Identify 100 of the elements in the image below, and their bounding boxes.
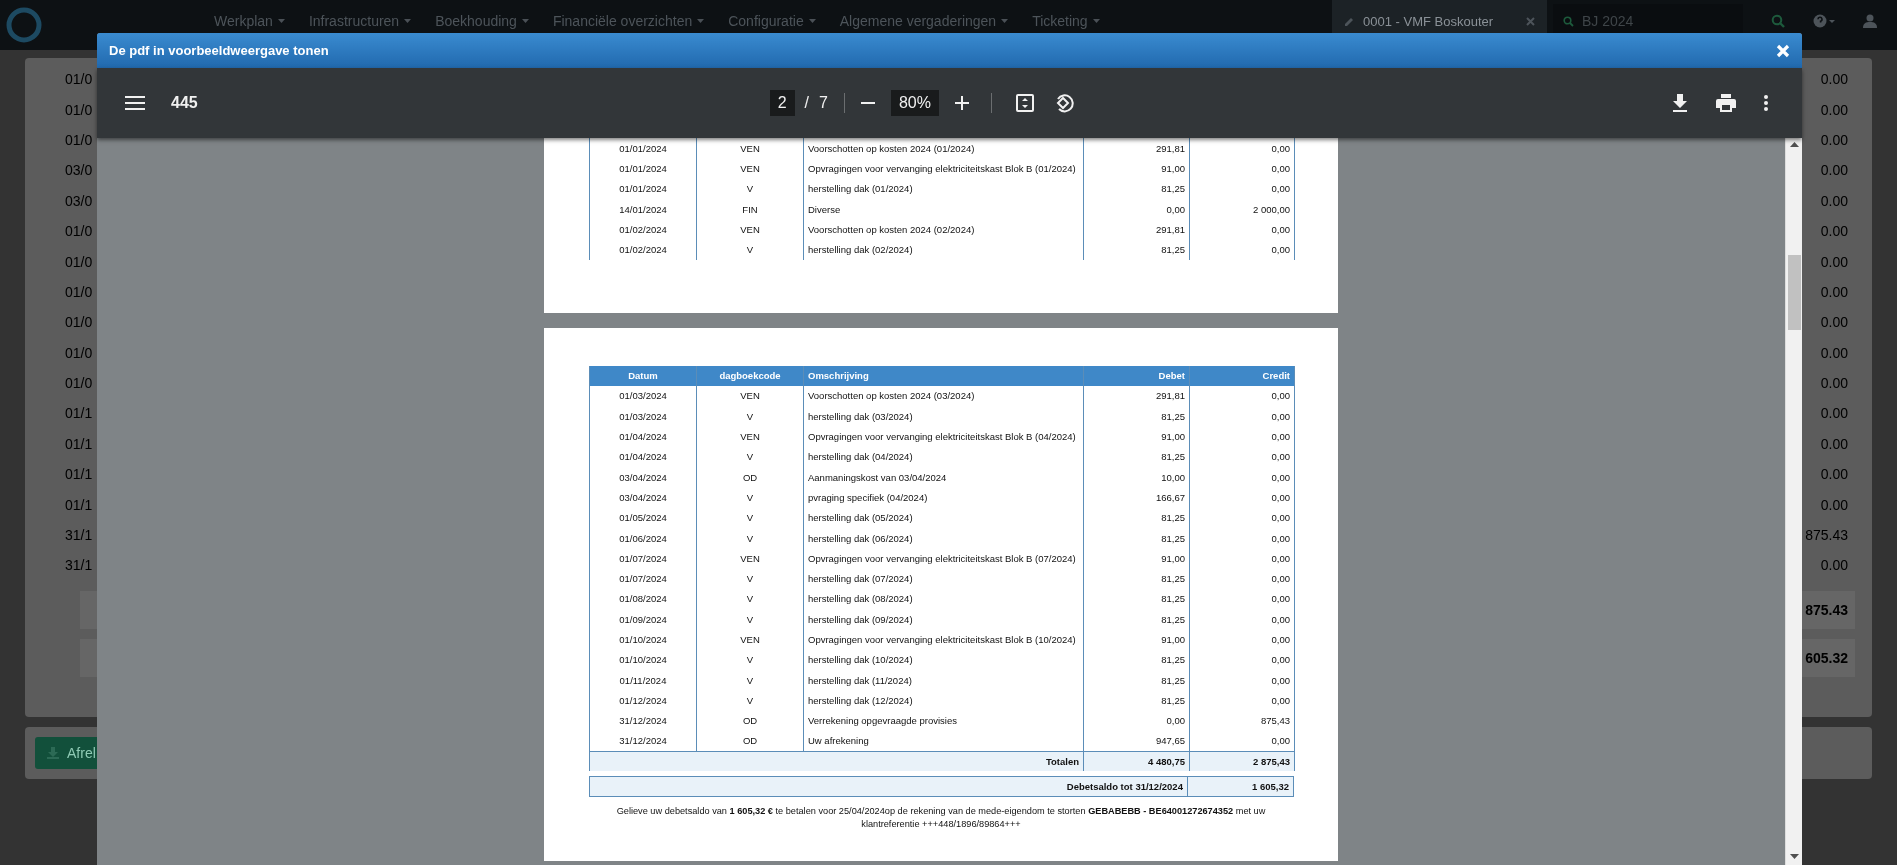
table-cell: 0,00 <box>1189 239 1295 260</box>
table-cell: 01/08/2024 <box>589 588 697 610</box>
date-text: 01/1 <box>65 405 93 422</box>
table-cell: 2 000,00 <box>1189 198 1295 220</box>
nav-menu-item[interactable]: Algemene vergaderingen <box>839 13 1009 29</box>
amount-text: 0.00 <box>1820 405 1848 422</box>
nav-menu-item[interactable]: Infrastructuren <box>308 13 412 29</box>
menu-icon[interactable] <box>125 96 145 110</box>
amount-text: 0.00 <box>1820 344 1848 361</box>
amount-text: 605.32 <box>1805 649 1848 666</box>
page-number-field[interactable]: 2 <box>769 90 795 116</box>
nav-menu-item[interactable]: Boekhouding <box>435 13 529 29</box>
table-cell: 01/04/2024 <box>589 426 697 447</box>
table-cell: 81,25 <box>1083 406 1190 427</box>
amount-text: 0.00 <box>1820 466 1848 483</box>
table-cell: 0,00 <box>1189 629 1295 650</box>
table-cell: VEN <box>696 219 804 240</box>
table-cell: Diverse <box>803 198 1084 220</box>
table-cell: 01/03/2024 <box>589 406 697 427</box>
date-text: 01/0 <box>65 283 93 300</box>
amount-text: 0.00 <box>1820 496 1848 513</box>
caret-icon <box>697 19 705 23</box>
caret-icon <box>808 19 816 23</box>
table-cell: Opvragingen voor vervanging elektriciteitskast Blok B (10/2024) <box>803 629 1084 650</box>
table-cell: V <box>696 487 804 508</box>
nav-menu-item[interactable]: Financiële overzichten <box>552 13 705 29</box>
table-cell: 0,00 <box>1189 690 1295 711</box>
table-cell: V <box>696 588 804 610</box>
table-cell: 0,00 <box>1189 158 1295 179</box>
caret-icon <box>1001 19 1009 23</box>
zoom-in-icon[interactable] <box>955 96 969 110</box>
table-cell: 81,25 <box>1083 239 1190 260</box>
scrollbar[interactable] <box>1785 138 1802 865</box>
table-cell: 81,25 <box>1083 609 1190 630</box>
amount-text: 0.00 <box>1820 192 1848 209</box>
date-text: 31/1 <box>65 557 93 574</box>
date-text: 01/0 <box>65 344 93 361</box>
table-cell: V <box>696 507 804 528</box>
date-text: 01/1 <box>65 435 93 452</box>
download-icon[interactable] <box>1672 94 1688 112</box>
fit-page-icon[interactable] <box>1016 94 1034 112</box>
amount-text: 0.00 <box>1820 375 1848 392</box>
table-cell: herstelling dak (04/2024) <box>803 446 1084 467</box>
amount-text: 0.00 <box>1820 71 1848 88</box>
table-cell: 01/10/2024 <box>589 629 697 650</box>
table-cell: 01/07/2024 <box>589 548 697 569</box>
table-cell: 01/03/2024 <box>589 385 697 407</box>
table-cell: 81,25 <box>1083 588 1190 610</box>
table-cell: 0,00 <box>1189 138 1295 159</box>
table-cell: herstelling dak (09/2024) <box>803 609 1084 630</box>
document-title: 445 <box>171 94 198 112</box>
nav-menu-item[interactable]: Werkplan <box>214 13 285 29</box>
table-cell: 0,00 <box>1189 219 1295 240</box>
table-cell: Opvragingen voor vervanging elektriciteitskast Blok B (07/2024) <box>803 548 1084 569</box>
page-count: 7 <box>819 94 828 112</box>
column-header: Omschrijving <box>803 365 1084 386</box>
table-cell: herstelling dak (12/2024) <box>803 690 1084 711</box>
table-cell: Voorschotten op kosten 2024 (01/2024) <box>803 138 1084 159</box>
table-cell: 01/01/2024 <box>589 158 697 179</box>
date-text: 01/0 <box>65 375 93 392</box>
totals-cell: 4 480,75 <box>1083 751 1190 772</box>
date-text: 01/0 <box>65 71 93 88</box>
caret-icon <box>1092 19 1100 23</box>
table-cell: V <box>696 527 804 549</box>
scrollbar-thumb[interactable] <box>1787 255 1801 330</box>
user-icon[interactable] <box>1863 14 1877 28</box>
table-cell: herstelling dak (11/2024) <box>803 669 1084 691</box>
rotate-icon[interactable] <box>1054 93 1074 113</box>
table-cell: 0,00 <box>1189 385 1295 407</box>
table-cell: 01/05/2024 <box>589 507 697 528</box>
table-cell: 81,25 <box>1083 669 1190 691</box>
nav-menu-item[interactable]: Ticketing <box>1032 13 1100 29</box>
table-cell: 81,25 <box>1083 649 1190 670</box>
table-cell: V <box>696 649 804 670</box>
table-cell: Opvragingen voor vervanging elektriciteitskast Blok B (01/2024) <box>803 158 1084 179</box>
scroll-down-icon[interactable] <box>1789 854 1799 859</box>
table-cell: VEN <box>696 629 804 650</box>
more-options-icon[interactable] <box>1764 95 1768 111</box>
scroll-up-icon[interactable] <box>1789 142 1799 147</box>
table-cell: 0,00 <box>1189 507 1295 528</box>
amount-text: 0.00 <box>1820 223 1848 240</box>
table-cell: V <box>696 178 804 199</box>
caret-icon <box>521 19 529 23</box>
table-cell: V <box>696 669 804 691</box>
table-cell: herstelling dak (07/2024) <box>803 568 1084 589</box>
amount-text: 0.00 <box>1820 101 1848 118</box>
table-cell: Opvragingen voor vervanging elektriciteitskast Blok B (04/2024) <box>803 426 1084 447</box>
nav-menu-item[interactable]: Configuratie <box>728 13 816 29</box>
table-cell: herstelling dak (05/2024) <box>803 507 1084 528</box>
table-cell: 03/04/2024 <box>589 466 697 488</box>
table-cell: 91,00 <box>1083 158 1190 179</box>
date-text: 03/0 <box>65 192 93 209</box>
table-cell: 01/02/2024 <box>589 219 697 240</box>
table-cell: 03/04/2024 <box>589 487 697 508</box>
table-cell: Voorschotten op kosten 2024 (03/2024) <box>803 385 1084 407</box>
print-icon[interactable] <box>1716 94 1736 112</box>
table-cell: V <box>696 446 804 467</box>
help-icon[interactable] <box>1813 14 1835 28</box>
table-cell: 0,00 <box>1189 649 1295 670</box>
zoom-level-field[interactable]: 80% <box>890 90 939 116</box>
